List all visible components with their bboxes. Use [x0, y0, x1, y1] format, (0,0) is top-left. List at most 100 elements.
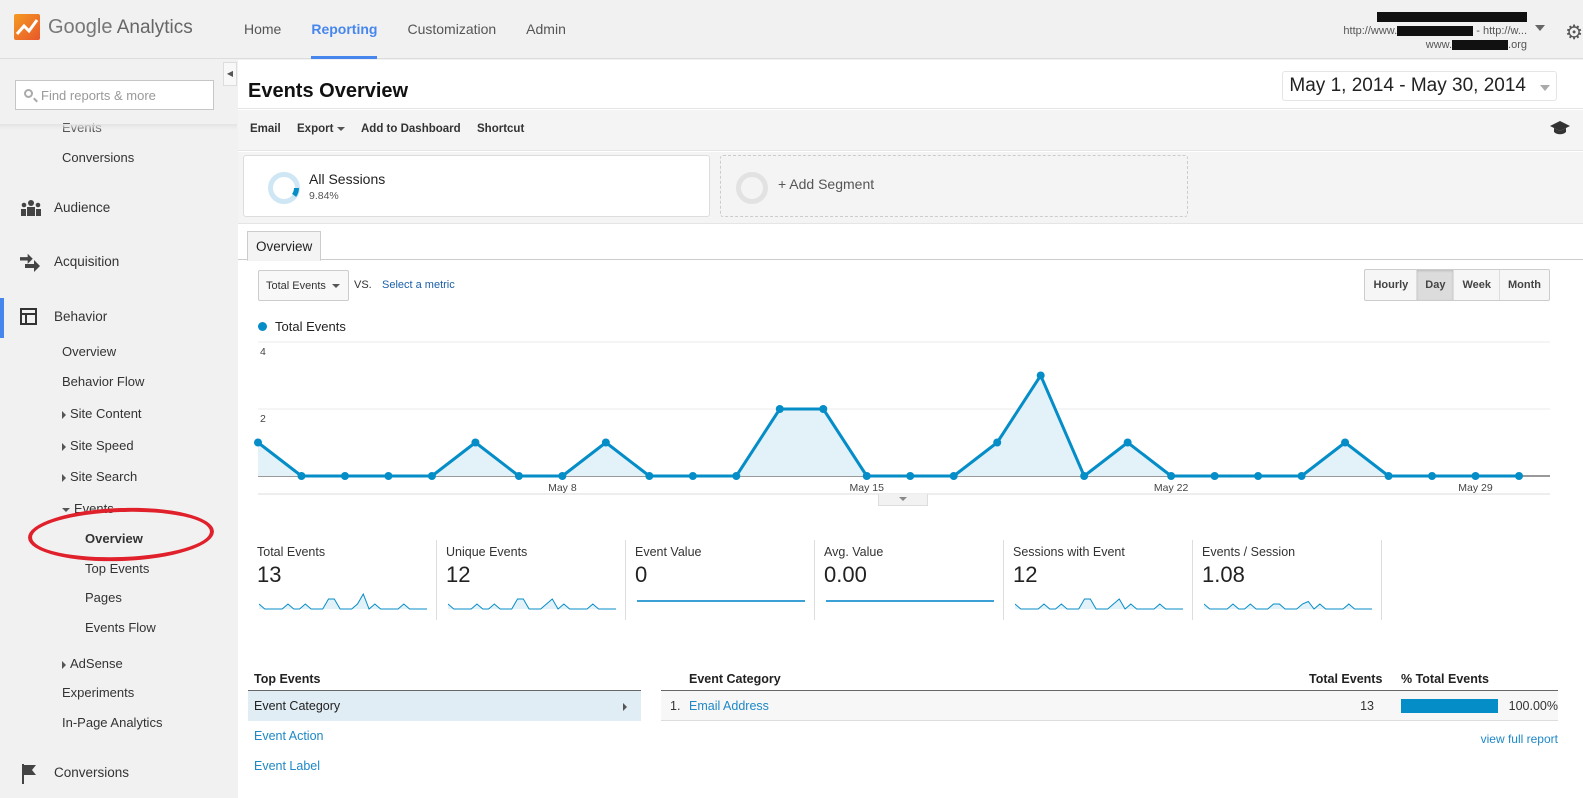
sidebar-item-site-speed[interactable]: Site Speed — [62, 438, 134, 453]
data-point[interactable] — [645, 472, 654, 480]
collapse-sidebar-button[interactable]: ◀ — [223, 62, 237, 86]
search-icon — [24, 89, 33, 98]
data-point[interactable] — [1167, 472, 1176, 480]
empty-segment-ring-icon — [736, 172, 768, 204]
data-point[interactable] — [471, 438, 480, 447]
scorecard[interactable]: Total Events 13 — [248, 540, 437, 620]
scorecard-label: Avg. Value — [824, 545, 884, 559]
data-point[interactable] — [775, 405, 784, 413]
add-to-dashboard-button[interactable]: Add to Dashboard — [361, 123, 461, 135]
data-point[interactable] — [732, 472, 741, 480]
nav-customization[interactable]: Customization — [407, 0, 496, 59]
export-button[interactable]: Export — [297, 123, 346, 135]
sidebar-item-site-search[interactable]: Site Search — [62, 469, 137, 484]
sidebar-item-conversions[interactable]: Conversions — [54, 765, 129, 780]
sidebar-item-experiments[interactable]: Experiments — [62, 685, 134, 700]
account-dropdown-icon[interactable] — [1535, 25, 1545, 31]
data-point[interactable] — [601, 438, 610, 447]
data-point[interactable] — [1471, 472, 1480, 480]
data-point[interactable] — [254, 438, 262, 447]
data-point[interactable] — [558, 472, 567, 480]
data-point[interactable] — [297, 472, 306, 480]
data-point[interactable] — [1036, 371, 1045, 380]
add-segment-button[interactable]: + Add Segment — [720, 155, 1188, 217]
nav-admin[interactable]: Admin — [526, 0, 566, 59]
granularity-week[interactable]: Week — [1454, 270, 1501, 300]
sidebar-item-adsense[interactable]: AdSense — [62, 656, 123, 671]
data-point[interactable] — [1297, 472, 1306, 480]
top-events-event-category[interactable]: Event Category — [248, 691, 641, 721]
sidebar-item-top-events[interactable]: Top Events — [85, 561, 149, 576]
data-point[interactable] — [340, 472, 349, 480]
segment-all-sessions[interactable]: All Sessions 9.84% — [243, 155, 710, 217]
row-event-category-link[interactable]: Email Address — [689, 699, 769, 713]
sidebar-item-audience[interactable]: Audience — [54, 200, 110, 215]
report-toolbar: Email Export Add to Dashboard Shortcut — [238, 110, 1583, 151]
google-analytics-logo[interactable]: Google Analytics — [14, 14, 193, 40]
sidebar-item-conversions-realtime[interactable]: Conversions — [62, 150, 134, 165]
chart-resize-handle[interactable] — [878, 494, 928, 506]
nav-reporting[interactable]: Reporting — [311, 0, 378, 59]
data-point[interactable] — [1254, 472, 1263, 480]
sidebar-item-events-flow[interactable]: Events Flow — [85, 620, 156, 635]
col-event-category[interactable]: Event Category — [689, 672, 781, 686]
gear-icon[interactable]: ⚙ — [1565, 20, 1583, 45]
account-selector[interactable]: http://www. - http://w... www. .org — [1343, 10, 1527, 52]
scorecard[interactable]: Event Value 0 — [626, 540, 815, 620]
data-point[interactable] — [1384, 472, 1393, 480]
sidebar-item-site-content[interactable]: Site Content — [62, 406, 142, 421]
col-total-events[interactable]: Total Events — [1309, 672, 1382, 686]
shortcut-button[interactable]: Shortcut — [477, 123, 524, 135]
data-point[interactable] — [688, 472, 697, 480]
data-point[interactable] — [1515, 472, 1523, 480]
vs-label: VS. — [354, 279, 372, 291]
date-range-picker[interactable]: May 1, 2014 - May 30, 2014 — [1282, 71, 1557, 101]
sidebar-item-behavior[interactable]: Behavior — [54, 309, 107, 324]
granularity-day[interactable]: Day — [1417, 270, 1455, 300]
scorecard[interactable]: Events / Session 1.08 — [1193, 540, 1382, 620]
redacted-account-name — [1377, 12, 1527, 23]
scorecard[interactable]: Sessions with Event 12 — [1004, 540, 1193, 620]
top-events-event-label[interactable]: Event Label — [248, 751, 641, 781]
sidebar-item-pages[interactable]: Pages — [85, 590, 122, 605]
table-header: Event Category Total Events % Total Even… — [661, 672, 1558, 691]
row-pct-total-events: 100.00% — [1508, 699, 1558, 713]
sidebar-item-behavior-overview[interactable]: Overview — [62, 344, 116, 359]
top-events-event-action[interactable]: Event Action — [248, 721, 641, 751]
granularity-month[interactable]: Month — [1500, 270, 1549, 300]
data-point[interactable] — [1341, 438, 1350, 447]
sidebar-item-acquisition[interactable]: Acquisition — [54, 254, 119, 269]
data-point[interactable] — [514, 472, 523, 480]
scorecard[interactable]: Avg. Value 0.00 — [815, 540, 1004, 620]
email-button[interactable]: Email — [250, 123, 281, 135]
acquisition-icon — [20, 252, 40, 272]
view-full-report-link[interactable]: view full report — [1481, 732, 1558, 746]
find-reports-search[interactable]: Find reports & more — [15, 80, 214, 110]
scorecard-value: 0 — [635, 562, 648, 587]
sidebar-item-behavior-flow[interactable]: Behavior Flow — [62, 374, 144, 389]
data-point[interactable] — [427, 472, 436, 480]
graduation-cap-icon[interactable] — [1549, 120, 1571, 141]
sidebar-item-in-page-analytics[interactable]: In-Page Analytics — [62, 715, 162, 730]
data-point[interactable] — [906, 472, 915, 480]
col-pct-total-events[interactable]: % Total Events — [1401, 672, 1489, 686]
select-a-metric-link[interactable]: Select a metric — [382, 279, 455, 291]
data-point[interactable] — [1123, 438, 1132, 447]
scorecard[interactable]: Unique Events 12 — [437, 540, 626, 620]
data-point[interactable] — [993, 438, 1002, 447]
metric-select[interactable]: Total Events — [258, 270, 349, 301]
nav-home[interactable]: Home — [244, 0, 281, 59]
data-point[interactable] — [862, 472, 871, 480]
data-point[interactable] — [384, 472, 393, 480]
expand-icon — [62, 660, 66, 669]
data-point[interactable] — [819, 405, 828, 413]
data-point[interactable] — [1080, 472, 1089, 480]
data-point[interactable] — [1210, 472, 1219, 480]
tab-overview[interactable]: Overview — [247, 231, 322, 261]
data-point[interactable] — [949, 472, 958, 480]
granularity-hourly[interactable]: Hourly — [1365, 270, 1418, 300]
chevron-down-icon — [337, 126, 346, 131]
data-point[interactable] — [1428, 472, 1437, 480]
scorecard-sparkline — [259, 592, 427, 610]
top-events-panel: Top Events Event Category Event Action E… — [248, 672, 641, 781]
